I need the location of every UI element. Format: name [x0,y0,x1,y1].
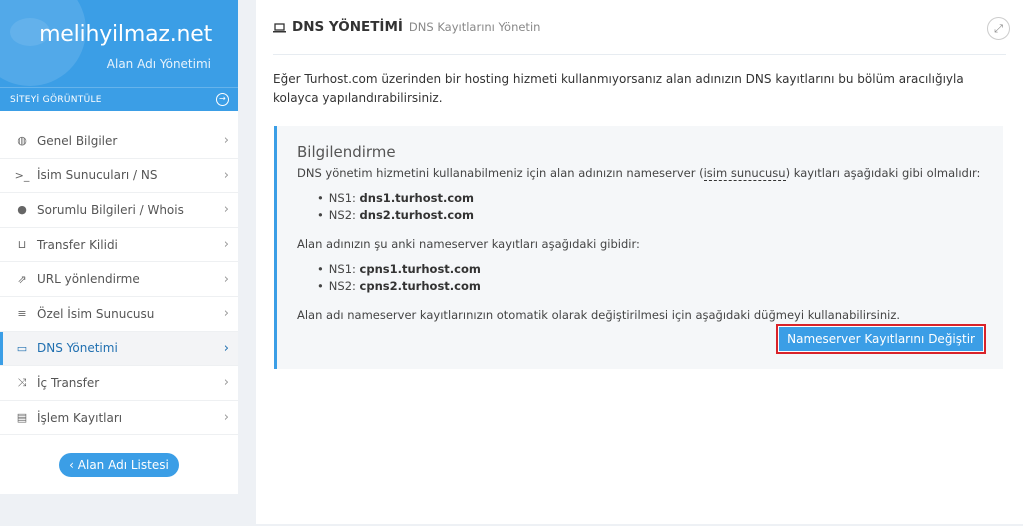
table-icon: ▤ [16,411,28,425]
fullscreen-icon[interactable]: ⤢ [987,17,1010,40]
site-subtitle: Alan Adı Yönetimi [106,57,211,71]
laptop-icon: ▭ [16,341,28,355]
sidebar-item-transfer-kilidi[interactable]: ⊔ Transfer Kilidi › [0,228,238,263]
list-item: NS2: dns2.turhost.com [317,207,983,224]
sidebar-item-label: Sorumlu Bilgileri / Whois [37,202,184,217]
domain-list-button-wrap: ‹ Alan Adı Listesi [0,453,238,478]
sidebar-item-label: Transfer Kilidi [37,237,118,252]
sidebar-item-ozel-isim-sunucusu[interactable]: ≡ Özel İsim Sunucusu › [0,297,238,332]
ns-value: cpns2.turhost.com [359,279,481,293]
chevron-right-icon: › [223,306,229,322]
main-panel: DNS YÖNETİMİ DNS Kayıtlarını Yönetin ⤢ E… [256,0,1023,524]
shuffle-icon: ⤨ [17,375,27,389]
sidebar: melihyilmaz.net Alan Adı Yönetimi SİTEYİ… [0,0,238,494]
chevron-right-icon: › [223,375,229,391]
brand-header: melihyilmaz.net Alan Adı Yönetimi [0,0,238,87]
sidebar-item-islem-kayitlari[interactable]: ▤ İşlem Kayıtları › [0,401,238,436]
arrow-right-circle-icon: → [216,93,229,106]
sidebar-item-genel-bilgiler[interactable]: ◍ Genel Bilgiler › [0,124,238,159]
ns-value: dns2.turhost.com [359,208,475,222]
site-name: melihyilmaz.net [39,22,212,47]
info-text-1-before: DNS yönetim hizmetini kullanabilmeniz iç… [297,166,704,180]
page-title: DNS YÖNETİMİ [292,19,403,35]
sidebar-item-whois[interactable]: ● Sorumlu Bilgileri / Whois › [0,193,238,228]
sidebar-item-label: İşlem Kayıtları [37,410,123,425]
view-site-label: SİTEYİ GÖRÜNTÜLE [10,94,102,105]
sidebar-item-label: DNS Yönetimi [37,341,118,356]
info-text-1: DNS yönetim hizmetini kullanabilmeniz iç… [297,165,983,182]
info-heading: Bilgilendirme [297,143,396,161]
sidebar-item-label: Genel Bilgiler [37,133,118,148]
list-item: NS1: cpns1.turhost.com [317,261,983,278]
ns-label: NS1: [328,191,356,205]
info-note: Bilgilendirme DNS yönetim hizmetini kull… [274,126,1003,369]
chevron-right-icon: › [223,237,229,253]
chevron-right-icon: › [223,410,229,426]
terminal-icon: >_ [14,168,30,182]
page-subtitle: DNS Kayıtlarını Yönetin [408,20,541,34]
sidebar-item-label: İsim Sunucuları / NS [37,168,158,183]
ns-label: NS2: [328,279,356,293]
user-icon: ● [17,203,27,217]
ns-value: dns1.turhost.com [359,191,475,205]
list-item: NS1: dns1.turhost.com [317,190,983,207]
panel-header: DNS YÖNETİMİ DNS Kayıtlarını Yönetin ⤢ [273,0,1010,55]
laptop-icon [273,23,286,33]
intro-text: Eğer Turhost.com üzerinden bir hosting h… [273,72,964,105]
list-icon: ≡ [17,307,27,321]
list-item: NS2: cpns2.turhost.com [317,278,983,295]
view-site-link[interactable]: SİTEYİ GÖRÜNTÜLE → [0,87,238,111]
domain-list-button[interactable]: ‹ Alan Adı Listesi [59,453,179,478]
chevron-right-icon: › [223,133,229,149]
info-text-1-after: ) kayıtları aşağıdaki gibi olmalıdır: [785,166,981,180]
sidebar-item-label: İç Transfer [37,375,100,390]
sidebar-menu: ◍ Genel Bilgiler › >_ İsim Sunucuları / … [0,124,238,436]
ns-value: cpns1.turhost.com [359,262,481,276]
chevron-right-icon: › [223,202,229,218]
info-text-3: Alan adı nameserver kayıtlarınızın otoma… [297,308,901,322]
required-ns-list: NS1: dns1.turhost.com NS2: dns2.turhost.… [317,190,983,224]
sidebar-item-dns-yonetimi[interactable]: ▭ DNS Yönetimi › [0,331,238,367]
current-ns-list: NS1: cpns1.turhost.com NS2: cpns2.turhos… [317,261,983,295]
info-text-2: Alan adınızın şu anki nameserver kayıtla… [297,237,640,251]
change-nameserver-button[interactable]: Nameserver Kayıtlarını Değiştir [776,324,986,354]
nameserver-tooltip[interactable]: isim sunucusu [703,166,786,181]
sidebar-item-ic-transfer[interactable]: ⤨ İç Transfer › [0,366,238,401]
unlock-icon: ⊔ [17,238,27,252]
sidebar-item-isim-sunuculari[interactable]: >_ İsim Sunucuları / NS › [0,159,238,194]
external-link-icon: ⇗ [17,272,27,286]
chevron-right-icon: › [223,340,229,356]
sidebar-item-url-yonlendirme[interactable]: ⇗ URL yönlendirme › [0,262,238,297]
chevron-right-icon: › [223,271,229,287]
sidebar-item-label: URL yönlendirme [37,272,140,287]
sidebar-item-label: Özel İsim Sunucusu [37,306,155,321]
ns-label: NS1: [328,262,356,276]
chevron-right-icon: › [223,167,229,183]
ns-label: NS2: [328,208,356,222]
globe-icon: ◍ [17,134,27,148]
